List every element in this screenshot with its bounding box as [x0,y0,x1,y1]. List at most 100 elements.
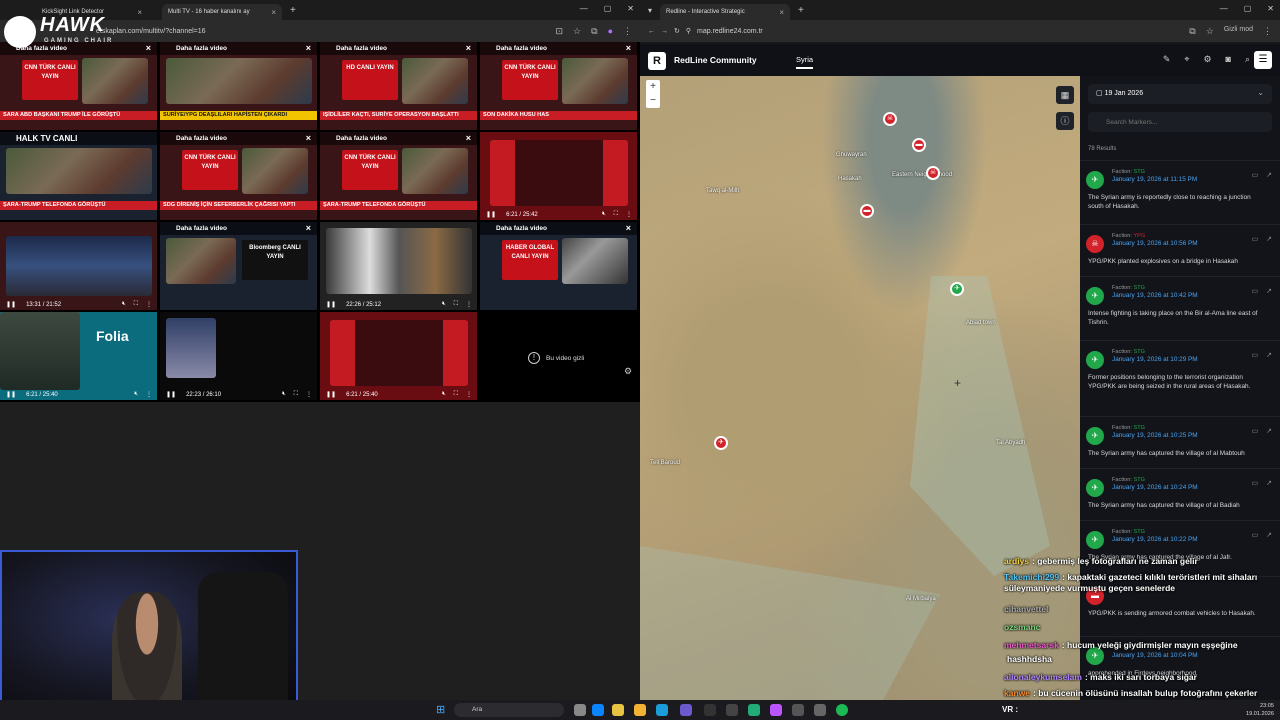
profile-icon[interactable]: ● [608,26,613,37]
fullscreen-icon[interactable]: ⛶ [614,211,618,218]
video-icon[interactable]: ▭ [1252,171,1259,179]
task-view-icon[interactable] [574,704,586,716]
fullscreen-icon[interactable]: ⛶ [134,301,138,308]
search-icon[interactable]: ⌕ [1245,54,1250,65]
map-marker-red[interactable]: ☠ [883,112,897,126]
obs-icon[interactable] [704,704,716,716]
info-icon[interactable]: ⓘ [1056,112,1074,130]
pause-icon[interactable]: ❚❚ [6,391,16,398]
video-cell[interactable]: Folia ❚❚ 6:21 / 25:40 🔇︎ ⋮ [0,312,158,400]
close-icon[interactable]: × [466,133,471,143]
close-window-icon[interactable]: ✕ [1267,4,1274,13]
more-icon[interactable]: ⋮ [306,391,312,398]
external-link-icon[interactable]: ↗ [1266,351,1272,359]
fullscreen-icon[interactable]: ⛶ [454,391,458,398]
taskbar-search[interactable]: Ara [454,703,564,717]
right-address-bar[interactable]: ← → ↻ ⚲ map.redline24.com.tr ⧉ ☆ Gizli m… [640,20,1280,42]
app-icon[interactable] [814,704,826,716]
hamburger-menu-icon[interactable]: ☰ [1254,51,1272,69]
more-icon[interactable]: ⋮ [626,211,632,218]
minimize-icon[interactable]: — [1220,4,1228,13]
reload-icon[interactable]: ↻ [674,27,680,35]
map-marker-red[interactable]: ▬ [860,204,874,218]
map-marker-red[interactable]: ▬ [912,138,926,152]
zoom-in-icon[interactable]: + [646,80,660,94]
fullscreen-icon[interactable]: ⛶ [294,391,298,398]
video-cell[interactable]: ❚❚ 22:26 / 25:12 🔇︎ ⛶ ⋮ [320,222,478,310]
map-marker-red[interactable]: ☠ [926,166,940,180]
external-link-icon[interactable]: ↗ [1266,171,1272,179]
video-cell[interactable]: HALK TV CANLI ŞARA-TRUMP TELEFONDA GÖRÜŞ… [0,132,158,220]
pause-icon[interactable]: ❚❚ [486,211,496,218]
video-icon[interactable]: ▭ [1252,235,1259,243]
close-icon[interactable]: × [626,43,631,53]
external-link-icon[interactable]: ↗ [1266,479,1272,487]
mute-icon[interactable]: 🔇︎ [442,301,446,308]
close-icon[interactable]: × [779,8,784,17]
site-info-icon[interactable]: ⚲ [686,27,691,35]
map-layers-icon[interactable]: ▦ [1056,86,1074,104]
event-item[interactable]: ✈ Faction: STG January 19, 2026 at 10:29… [1080,340,1280,414]
discord-icon[interactable] [680,704,692,716]
map-marker-red[interactable]: ✈ [714,436,728,450]
video-cell[interactable]: Daha fazla video × CNN TÜRK CANLI YAYIN S… [0,42,158,130]
video-cell[interactable]: Daha fazla video × Bloomberg CANLI YAYIN [160,222,318,310]
tab-redline[interactable]: Redline - Interactive Strategic × [660,4,791,20]
pause-icon[interactable]: ❚❚ [326,391,336,398]
close-icon[interactable]: × [466,43,471,53]
pause-icon[interactable]: ❚❚ [6,301,16,308]
close-icon[interactable]: × [271,8,276,17]
close-window-icon[interactable]: ✕ [627,4,634,13]
minimize-icon[interactable]: — [580,4,588,13]
video-cell[interactable]: Daha fazla video × CNN TÜRK CANLI YAYIN S… [480,42,638,130]
close-icon[interactable]: × [306,43,311,53]
redline-logo[interactable]: R [648,52,666,70]
menu-icon[interactable]: ⋮ [1263,26,1272,37]
video-cell[interactable]: Daha fazla video × CNN TÜRK CANLI YAYIN Ş… [320,132,478,220]
file-explorer-icon[interactable] [634,704,646,716]
app-icon[interactable] [748,704,760,716]
extensions-icon[interactable]: ⧉ [591,26,597,37]
video-cell[interactable]: Daha fazla video × CNN TÜRK CANLI YAYIN S… [160,132,318,220]
close-icon[interactable]: × [626,223,631,233]
more-icon[interactable]: ⋮ [466,391,472,398]
star-icon[interactable]: ☆ [1206,26,1214,37]
camera-icon[interactable]: ◙ [1226,54,1231,65]
mute-icon[interactable]: 🔇︎ [134,391,138,398]
marker-search-input[interactable] [1088,112,1272,132]
video-cell[interactable]: ❚❚ 6:21 / 25:42 🔇︎ ⛶ ⋮ [480,132,638,220]
region-tab-syria[interactable]: Syria [796,55,814,69]
video-icon[interactable]: ▭ [1252,287,1259,295]
more-icon[interactable]: ⋮ [466,301,472,308]
fullscreen-icon[interactable]: ⛶ [454,301,458,308]
translate-icon[interactable]: ⧉ [1189,26,1195,37]
map-marker-green[interactable]: ✈ [950,282,964,296]
back-icon[interactable]: ← [648,28,655,35]
menu-icon[interactable]: ⋮ [623,26,632,37]
mute-icon[interactable]: 🔇︎ [442,391,446,398]
video-cell[interactable]: ❚❚ 13:31 / 21:52 🔇︎ ⛶ ⋮ [0,222,158,310]
external-link-icon[interactable]: ↗ [1266,235,1272,243]
app-icon[interactable] [770,704,782,716]
draw-icon[interactable]: ✎ [1163,54,1171,65]
tab-multitv[interactable]: Multi TV - 16 haber kanalını ay × [162,4,282,20]
more-icon[interactable]: ⋮ [146,301,152,308]
system-clock[interactable]: 23:05 19.01.2026 [1246,702,1274,718]
copilot-icon[interactable] [592,704,604,716]
app-icon[interactable] [792,704,804,716]
event-item[interactable]: ✈ Faction: STG January 19, 2026 at 10:42… [1080,276,1280,338]
close-icon[interactable]: × [137,8,142,17]
forward-icon[interactable]: → [661,28,668,35]
pin-icon[interactable]: ⌖ [1184,54,1189,65]
install-icon[interactable]: ⊡ [556,26,564,37]
video-icon[interactable]: ▭ [1252,351,1259,359]
close-icon[interactable]: × [306,223,311,233]
video-cell[interactable]: ❚❚ 6:21 / 25:40 🔇︎ ⛶ ⋮ [320,312,478,400]
video-cell[interactable]: ❚❚ 22:23 / 26:10 🔇︎ ⛶ ⋮ [160,312,318,400]
mute-icon[interactable]: 🔇︎ [122,301,126,308]
close-icon[interactable]: × [146,43,151,53]
video-cell[interactable]: Daha fazla video × SURİYE/YPG DEAŞLILARI … [160,42,318,130]
external-link-icon[interactable]: ↗ [1266,287,1272,295]
settings-icon[interactable]: ⚙ [624,366,632,377]
star-icon[interactable]: ☆ [573,26,581,37]
